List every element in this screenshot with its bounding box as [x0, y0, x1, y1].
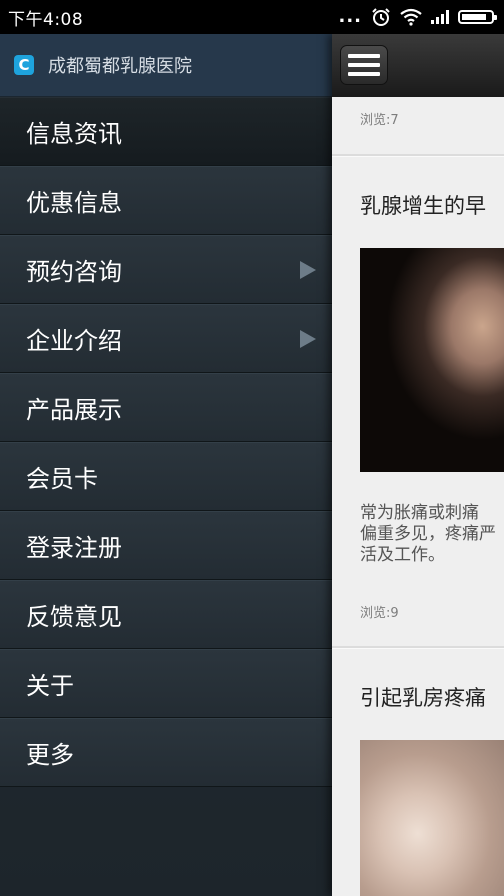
status-icons: ... [338, 6, 497, 27]
drawer-item[interactable]: 信息资讯 [0, 97, 332, 166]
drawer-item[interactable]: 登录注册 [0, 511, 332, 580]
drawer-item-label: 登录注册 [26, 534, 122, 562]
alarm-icon [372, 8, 390, 26]
wifi-icon [400, 8, 422, 26]
drawer-item-label: 企业介绍 [26, 327, 122, 355]
drawer-item-label: 会员卡 [26, 465, 98, 493]
drawer-item[interactable]: 会员卡 [0, 442, 332, 511]
drawer-menu: 信息资讯优惠信息预约咨询企业介绍产品展示会员卡登录注册反馈意见关于更多 [0, 97, 332, 787]
drawer-item[interactable]: 预约咨询 [0, 235, 332, 304]
menu-toggle-button[interactable] [340, 45, 388, 85]
more-notifications-icon: ... [338, 6, 362, 27]
article-title[interactable]: 乳腺增生的早 [360, 190, 486, 220]
navigation-drawer: C 成都蜀都乳腺医院 信息资讯优惠信息预约咨询企业介绍产品展示会员卡登录注册反馈… [0, 34, 332, 896]
drawer-item[interactable]: 企业介绍 [0, 304, 332, 373]
divider [332, 154, 504, 157]
battery-icon [458, 10, 497, 24]
views-count: 浏览:7 [360, 113, 399, 128]
views-count: 浏览:9 [360, 606, 399, 621]
drawer-item[interactable]: 更多 [0, 718, 332, 787]
article-image[interactable] [360, 248, 504, 472]
drawer-item-label: 更多 [26, 741, 74, 769]
top-bar [332, 34, 504, 97]
status-bar: 下午4:08 ... [0, 0, 504, 34]
drawer-item-label: 优惠信息 [26, 189, 122, 217]
app-name: 成都蜀都乳腺医院 [48, 56, 192, 77]
divider [332, 646, 504, 649]
status-time: 下午4:08 [8, 9, 84, 30]
content-panel: 浏览:7 乳腺增生的早 常为胀痛或刺痛 偏重多见，疼痛严 活及工作。 浏览:9 … [332, 34, 504, 896]
drawer-item[interactable]: 反馈意见 [0, 580, 332, 649]
signal-icon [431, 10, 449, 24]
article-image[interactable] [360, 740, 504, 896]
drawer-item-label: 关于 [26, 672, 74, 700]
drawer-item-label: 产品展示 [26, 396, 122, 424]
article-title[interactable]: 引起乳房疼痛 [360, 682, 486, 712]
drawer-item-label: 信息资讯 [26, 120, 122, 148]
expand-arrow-icon [300, 329, 316, 348]
drawer-item[interactable]: 产品展示 [0, 373, 332, 442]
drawer-item[interactable]: 关于 [0, 649, 332, 718]
drawer-item-label: 反馈意见 [26, 603, 122, 631]
drawer-item[interactable]: 优惠信息 [0, 166, 332, 235]
drawer-item-label: 预约咨询 [26, 258, 122, 286]
app-logo-icon: C [14, 55, 34, 75]
article-excerpt: 常为胀痛或刺痛 偏重多见，疼痛严 活及工作。 [360, 503, 496, 565]
drawer-header: C 成都蜀都乳腺医院 [0, 34, 332, 97]
expand-arrow-icon [300, 260, 316, 279]
